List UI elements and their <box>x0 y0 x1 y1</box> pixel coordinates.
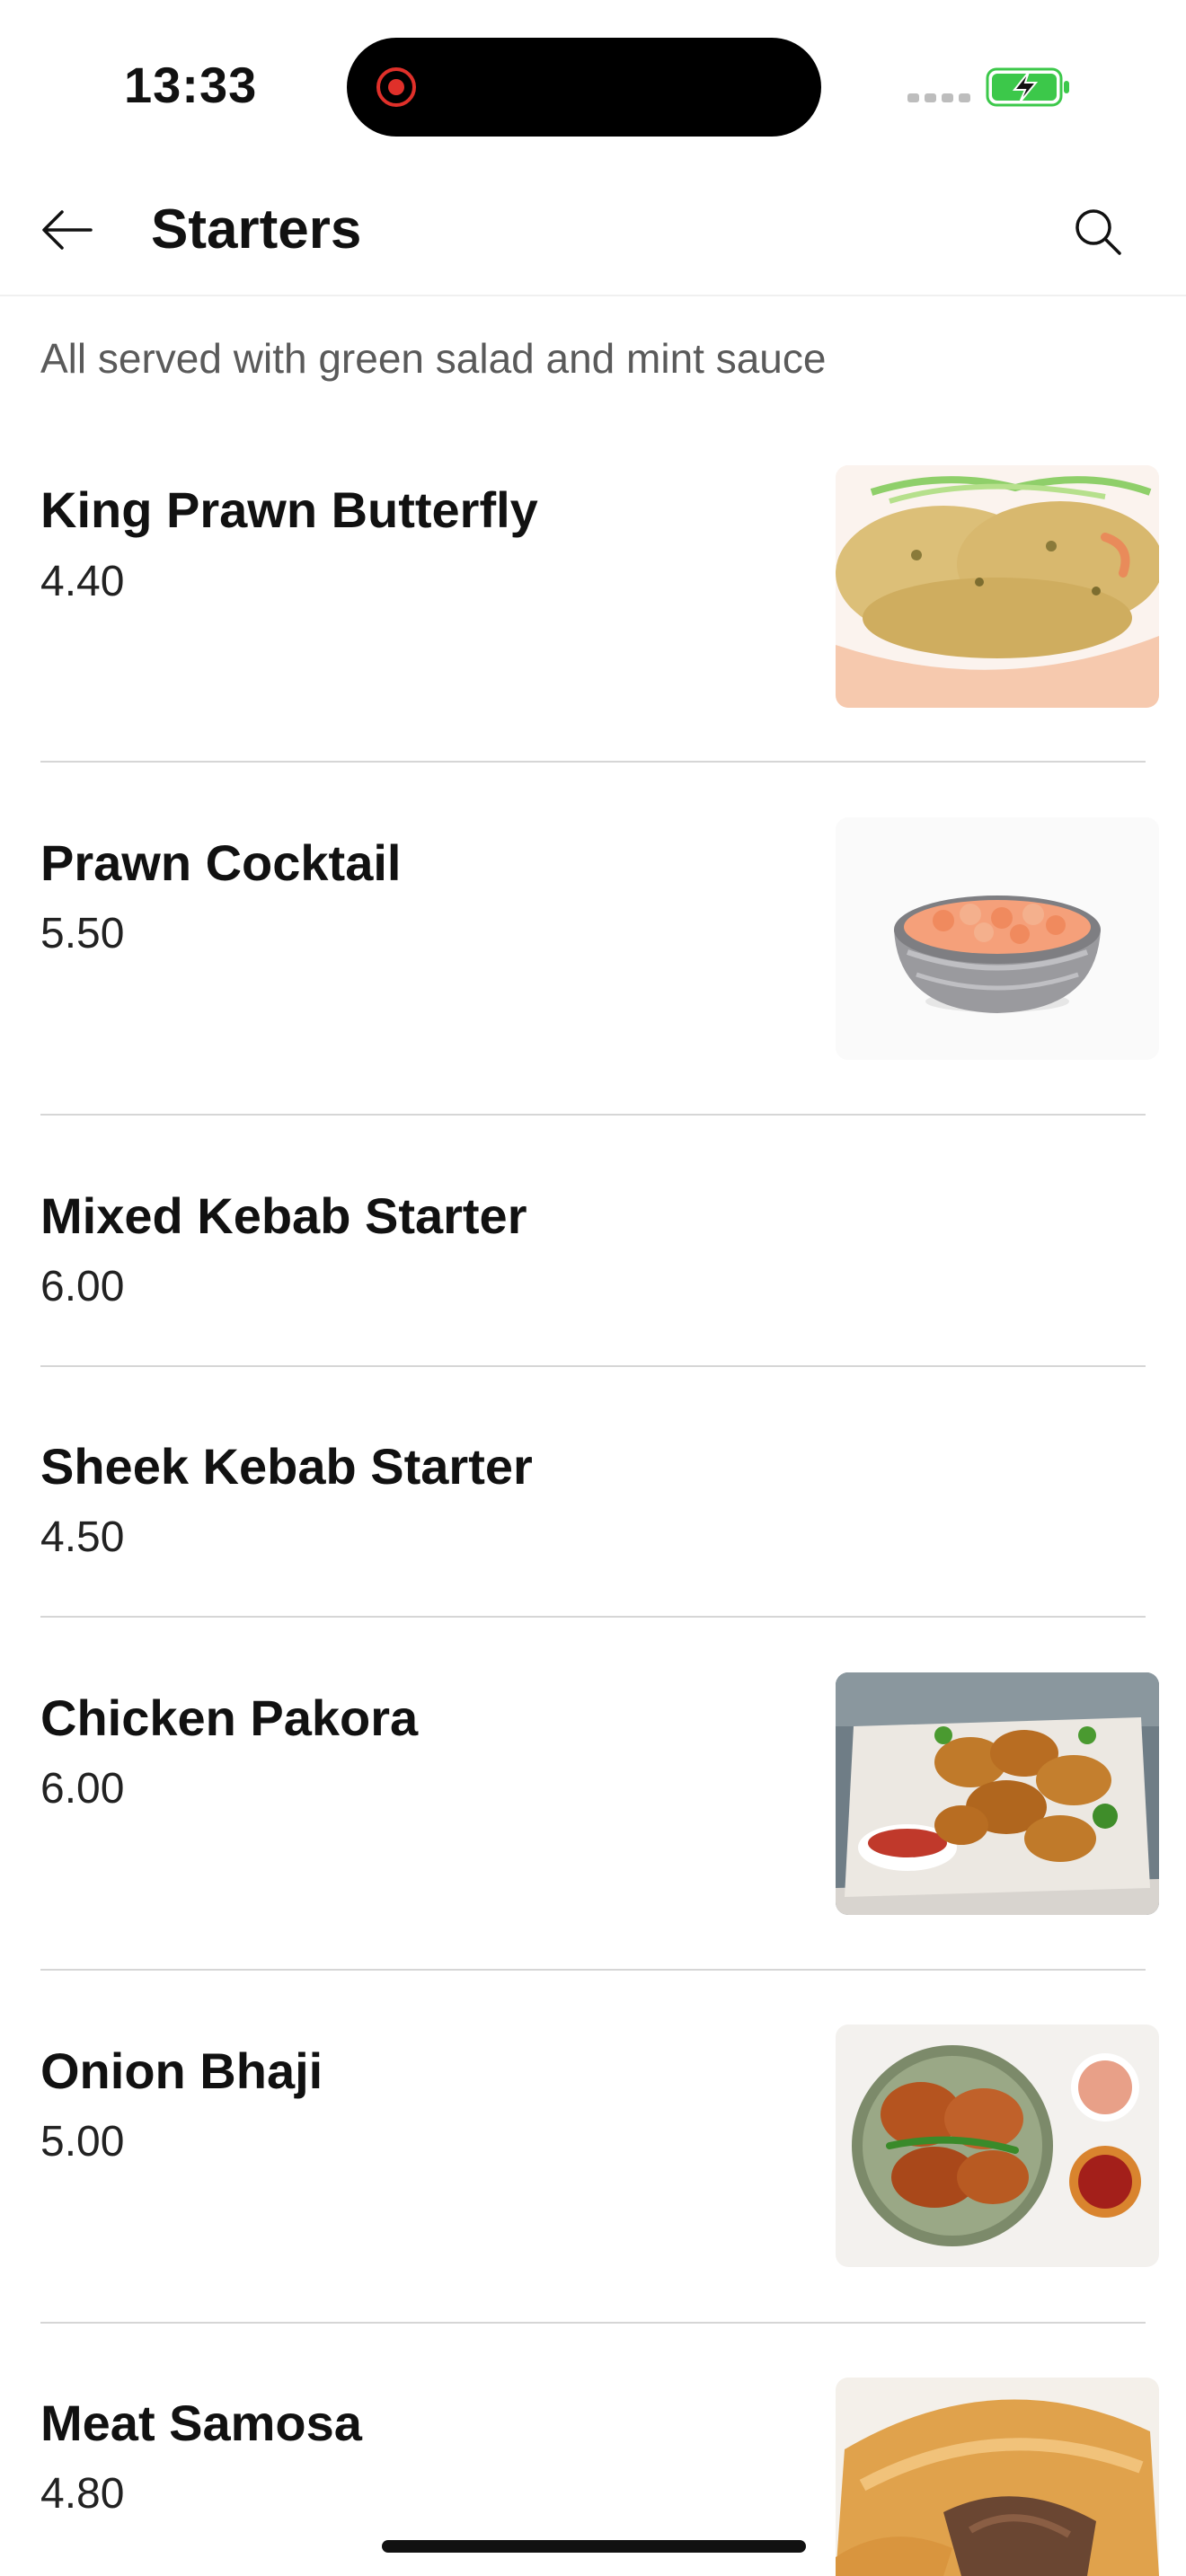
divider <box>40 1365 1146 1367</box>
arrow-left-icon <box>42 210 93 250</box>
category-description: All served with green salad and mint sau… <box>40 335 827 382</box>
recording-indicator-icon <box>376 67 416 107</box>
item-name: Onion Bhaji <box>40 2042 323 2099</box>
search-button[interactable] <box>1060 196 1136 268</box>
item-price: 5.00 <box>40 2118 125 2166</box>
back-button[interactable] <box>27 196 108 264</box>
divider <box>40 1969 1146 1971</box>
item-name: Mixed Kebab Starter <box>40 1187 527 1244</box>
item-image-prawn-cocktail <box>836 817 1159 1060</box>
search-icon <box>1075 209 1121 255</box>
item-name: Chicken Pakora <box>40 1689 419 1746</box>
item-name: King Prawn Butterfly <box>40 481 538 538</box>
item-name: Sheek Kebab Starter <box>40 1438 533 1495</box>
home-indicator[interactable] <box>382 2540 806 2553</box>
battery-charging-icon <box>986 67 1069 107</box>
item-price: 6.00 <box>40 1765 125 1813</box>
dynamic-island <box>347 38 821 137</box>
item-name: Meat Samosa <box>40 2395 362 2451</box>
item-name: Prawn Cocktail <box>40 834 402 891</box>
item-price: 4.40 <box>40 558 125 605</box>
page-title: Starters <box>151 198 362 260</box>
status-time: 13:33 <box>124 57 258 113</box>
item-price: 4.80 <box>40 2470 125 2518</box>
item-price: 5.50 <box>40 910 125 957</box>
signal-icon <box>907 93 970 102</box>
app-header: Starters <box>0 162 1186 296</box>
status-bar: 13:33 <box>0 0 1186 162</box>
item-price: 6.00 <box>40 1263 125 1310</box>
item-image-meat-samosa <box>836 2378 1159 2576</box>
divider <box>40 2322 1146 2324</box>
item-price: 4.50 <box>40 1513 125 1561</box>
divider <box>40 1616 1146 1618</box>
item-image-prawn-butterfly <box>836 465 1159 708</box>
item-image-chicken-pakora <box>836 1672 1159 1915</box>
item-image-onion-bhaji <box>836 2025 1159 2267</box>
divider <box>40 761 1146 763</box>
divider <box>40 1114 1146 1116</box>
